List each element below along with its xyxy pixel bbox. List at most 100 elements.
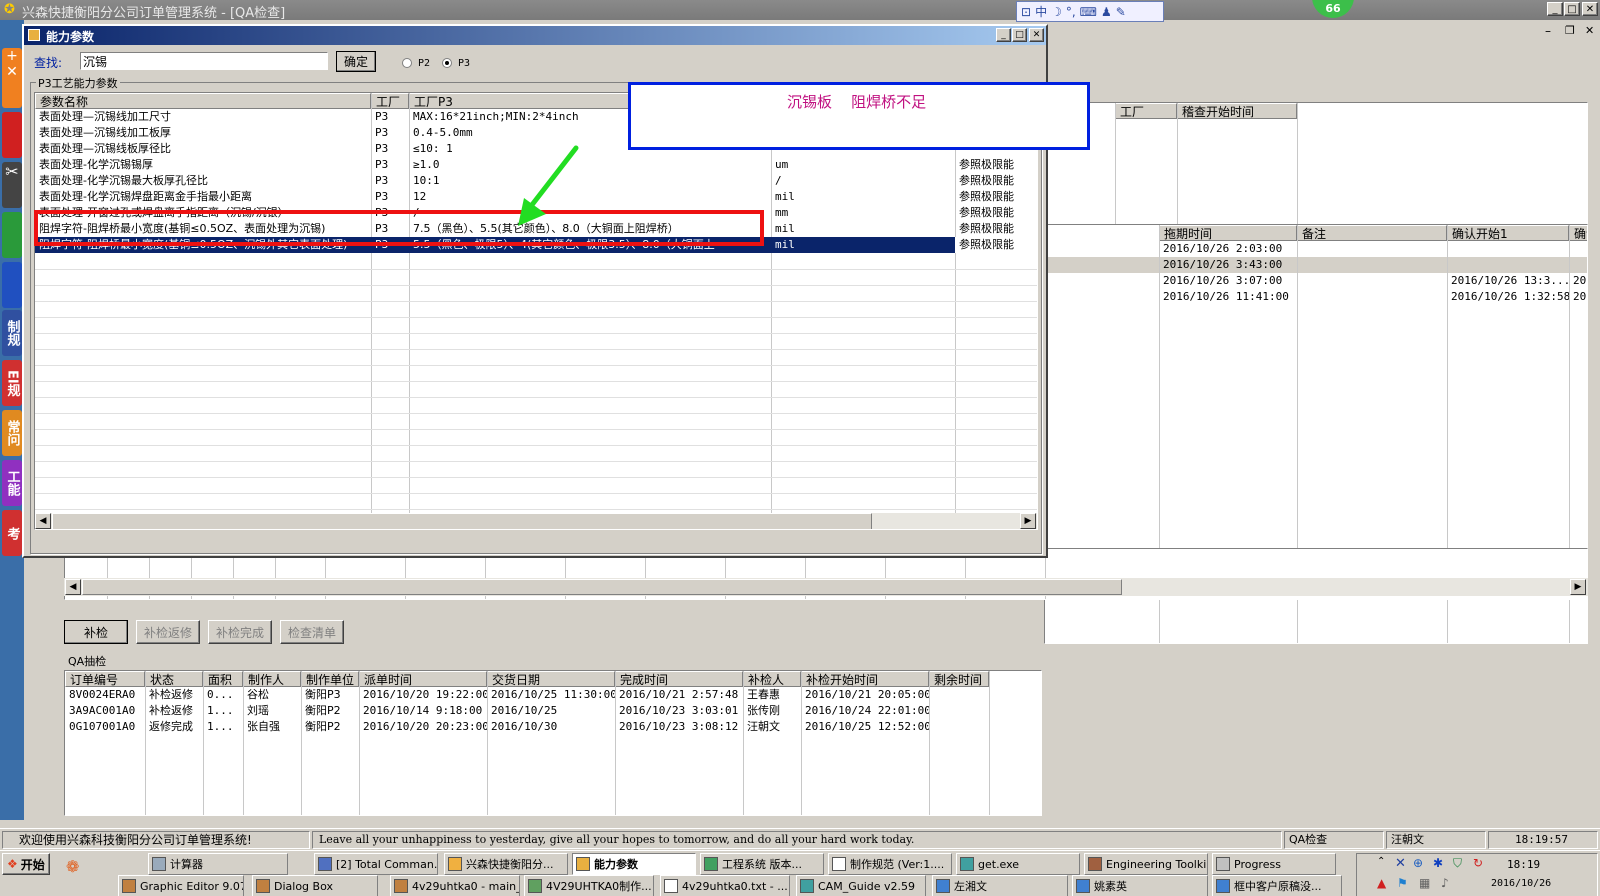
checklist-button[interactable]: 检查清单	[280, 620, 344, 644]
tray-search-icon[interactable]: ⊕	[1413, 856, 1423, 870]
sidebar-item-capability[interactable]: 工能	[2, 460, 22, 506]
table-hscrollbar[interactable]: ◀ ▶	[35, 513, 1037, 529]
quicklaunch-icon[interactable]: ❁	[66, 857, 79, 876]
taskbar-item-spec[interactable]: 制作规范 (Ver:1....	[828, 853, 952, 875]
tray-bluetooth-icon[interactable]: ✱	[1433, 856, 1443, 870]
mdi-close-button[interactable]: ✕	[1585, 24, 1594, 37]
taskbar-item-chat-1[interactable]: 左湘文	[932, 875, 1068, 896]
ime-lang-toggle[interactable]: 中	[1035, 3, 1047, 20]
mdi-minimize-button[interactable]: –	[1545, 24, 1551, 38]
scroll-right-arrow[interactable]: ▶	[1570, 579, 1586, 595]
minimize-button[interactable]: _	[1547, 2, 1563, 16]
ime-logo-icon[interactable]: ⊡	[1021, 5, 1031, 19]
recheck-complete-button[interactable]: 补检完成	[208, 620, 272, 644]
scroll-right-arrow[interactable]: ▶	[1020, 513, 1036, 529]
column-header-factory[interactable]: 工厂	[371, 93, 409, 109]
table-row[interactable]: 2016/10/26 2:03:00	[1045, 241, 1587, 257]
scroll-thumb[interactable]	[82, 579, 1122, 595]
taskbar-item-engineering-system[interactable]: 工程系统 版本...	[700, 853, 824, 875]
tray-expand-icon[interactable]: ⌃	[1377, 856, 1385, 867]
search-input[interactable]	[80, 52, 328, 70]
ime-user-icon[interactable]: ♟	[1101, 5, 1112, 19]
column-header-order-no[interactable]: 订单编号	[65, 671, 145, 687]
start-button[interactable]: ❖ 开始	[2, 853, 50, 875]
dialog-minimize-button[interactable]: _	[996, 28, 1011, 42]
ime-tools-icon[interactable]: ✎	[1116, 5, 1126, 19]
taskbar-item-make-doc[interactable]: 4V29UHTKA0制作...	[524, 875, 654, 896]
close-button[interactable]: ✕	[1582, 2, 1598, 16]
taskbar-item-get-exe[interactable]: get.exe	[956, 853, 1080, 875]
column-header-unit[interactable]: 制作单位	[301, 671, 359, 687]
taskbar-item-total-commander[interactable]: [2] Total Comman...	[314, 853, 438, 875]
taskbar-item-txt-file[interactable]: 4v29uhtka0.txt - ...	[660, 875, 790, 896]
radio-p3[interactable]	[442, 58, 452, 68]
ime-keyboard-icon[interactable]: ⌨	[1080, 5, 1097, 19]
confirm-button[interactable]: 确定	[336, 51, 376, 72]
sidebar-red-logo[interactable]	[2, 112, 22, 158]
table-row[interactable]: 3A9AC001A0 补检返修 1... 刘瑶 衡阳P2 2016/10/14 …	[65, 703, 1041, 719]
column-header-recheck-start[interactable]: 补检开始时间	[801, 671, 929, 687]
sidebar-green-tool[interactable]	[2, 212, 22, 258]
column-header-factory[interactable]: 工厂	[1115, 103, 1177, 119]
tray-x-icon[interactable]: ✕	[1395, 856, 1406, 871]
table-row[interactable]: 8V0024ERA0 补检返修 0... 谷松 衡阳P3 2016/10/20 …	[65, 687, 1041, 703]
ime-punct-icon[interactable]: °,	[1066, 5, 1076, 19]
dialog-maximize-button[interactable]: □	[1012, 28, 1027, 42]
mdi-restore-button[interactable]: ❐	[1565, 24, 1575, 37]
column-header-confirm-start[interactable]: 确认开始1	[1447, 225, 1569, 241]
column-header-delay-time[interactable]: 拖期时间	[1159, 225, 1297, 241]
taskbar-item-capability-params[interactable]: 能力参数	[572, 853, 696, 875]
taskbar-item-cam-guide[interactable]: CAM_Guide v2.59	[796, 875, 926, 896]
taskbar-item-chat-3[interactable]: 框中客户原稿没...	[1212, 875, 1342, 896]
sidebar-dark-tool[interactable]: ✂	[2, 162, 22, 208]
qa-sampling-table[interactable]: 订单编号 状态 面积 制作人 制作单位 派单时间 交货日期 完成时间 补检人 补…	[64, 670, 1042, 816]
sidebar-item-faq[interactable]: 常问	[2, 410, 22, 456]
dialog-title-bar[interactable]: 能力参数 _ □ ✕	[24, 26, 1046, 45]
tray-volume-icon[interactable]: ♪	[1441, 876, 1449, 890]
table-row[interactable]: 0G107001A0 返修完成 1... 张自强 衡阳P2 2016/10/20…	[65, 719, 1041, 735]
tray-clock-time[interactable]: 18:19	[1507, 858, 1540, 871]
column-header-remaining[interactable]: 剩余时间	[929, 671, 989, 687]
taskbar-item-progress[interactable]: Progress	[1212, 853, 1336, 875]
dialog-close-button[interactable]: ✕	[1029, 28, 1044, 42]
column-header-remark[interactable]: 备注	[1297, 225, 1447, 241]
sidebar-item-exam[interactable]: 考	[2, 510, 22, 556]
column-header-area[interactable]: 面积	[203, 671, 243, 687]
column-header-finish-time[interactable]: 完成时间	[615, 671, 743, 687]
background-hscrollbar[interactable]: ◀ ▶	[64, 578, 1588, 596]
column-header-dispatch-time[interactable]: 派单时间	[359, 671, 487, 687]
tray-refresh-icon[interactable]: ↻	[1473, 856, 1483, 870]
column-header-maker[interactable]: 制作人	[243, 671, 301, 687]
column-header-status[interactable]: 状态	[145, 671, 203, 687]
column-header-delivery-date[interactable]: 交货日期	[487, 671, 615, 687]
table-row[interactable]: 2016/10/26 3:43:00	[1045, 257, 1587, 273]
recheck-button[interactable]: 补检	[64, 620, 128, 644]
sidebar-item-ei-rules[interactable]: EI规	[2, 360, 22, 406]
tray-flag-icon[interactable]: ⚑	[1397, 876, 1408, 890]
taskbar-item-chat-2[interactable]: 姚素英	[1072, 875, 1208, 896]
scroll-thumb[interactable]	[52, 513, 872, 529]
sidebar-doc-tool[interactable]	[2, 262, 22, 308]
taskbar-item-dialog-box[interactable]: Dialog Box	[252, 875, 378, 896]
taskbar-item-engineering-toolkit[interactable]: Engineering Toolki...	[1084, 853, 1208, 875]
ime-moon-icon[interactable]: ☽	[1051, 5, 1062, 19]
recheck-repair-button[interactable]: 补检返修	[136, 620, 200, 644]
column-header-audit-start[interactable]: 稽查开始时间	[1177, 103, 1297, 119]
column-header-inspector[interactable]: 补检人	[743, 671, 801, 687]
sidebar-item-rules[interactable]: 制规	[2, 310, 22, 356]
taskbar-item-main-qa[interactable]: 4v29uhtka0 - main_qa	[390, 875, 520, 896]
maximize-button[interactable]: □	[1564, 2, 1580, 16]
column-header-confirm[interactable]: 确认	[1569, 225, 1587, 241]
tray-warning-icon[interactable]: ▲	[1377, 876, 1386, 890]
tray-shield-icon[interactable]: ⛉	[1453, 856, 1462, 871]
table-row[interactable]: 2016/10/26 3:07:00 2016/10/26 13:3... 20…	[1045, 273, 1587, 289]
scroll-left-arrow[interactable]: ◀	[65, 579, 81, 595]
tray-clock-date[interactable]: 2016/10/26	[1491, 878, 1551, 889]
scroll-left-arrow[interactable]: ◀	[35, 513, 51, 529]
taskbar-item-calculator[interactable]: 计算器	[148, 853, 288, 875]
radio-p2[interactable]	[402, 58, 412, 68]
taskbar-item-order-system[interactable]: 兴森快捷衡阳分...	[444, 853, 568, 875]
tray-network-icon[interactable]: ▦	[1419, 876, 1430, 890]
taskbar-item-graphic-editor[interactable]: Graphic Editor 9.07...	[118, 875, 244, 896]
column-header-param-name[interactable]: 参数名称	[35, 93, 371, 109]
